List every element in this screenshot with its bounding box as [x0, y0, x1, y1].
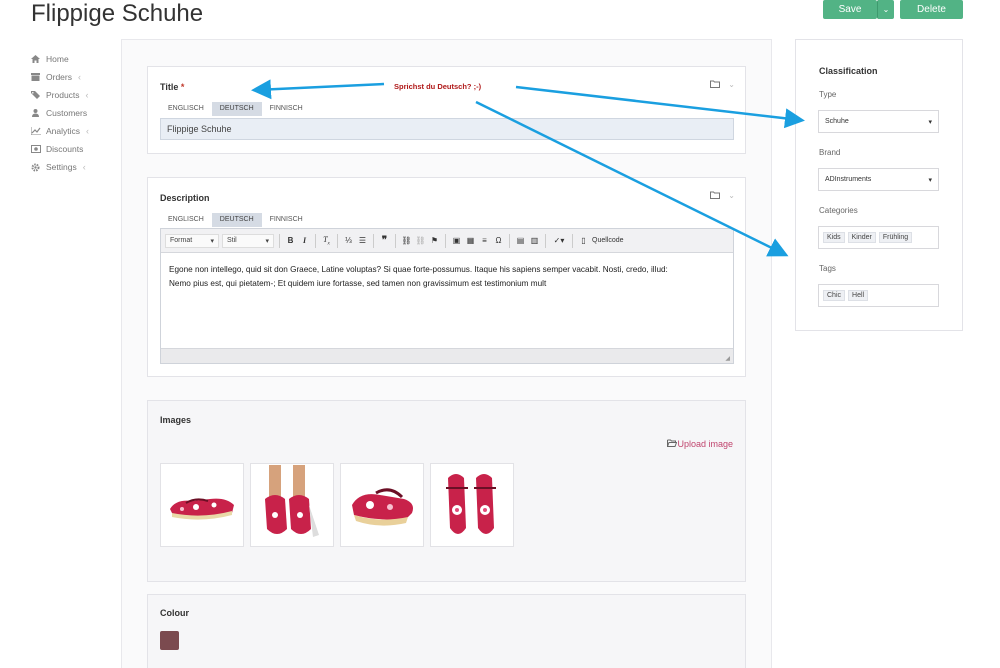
- annotation-arrow-to-tags: [475, 100, 789, 257]
- annotation-arrows: [251, 79, 805, 257]
- annotation-arrow-to-title: [251, 79, 385, 100]
- annotation-arrow-to-type: [515, 85, 805, 129]
